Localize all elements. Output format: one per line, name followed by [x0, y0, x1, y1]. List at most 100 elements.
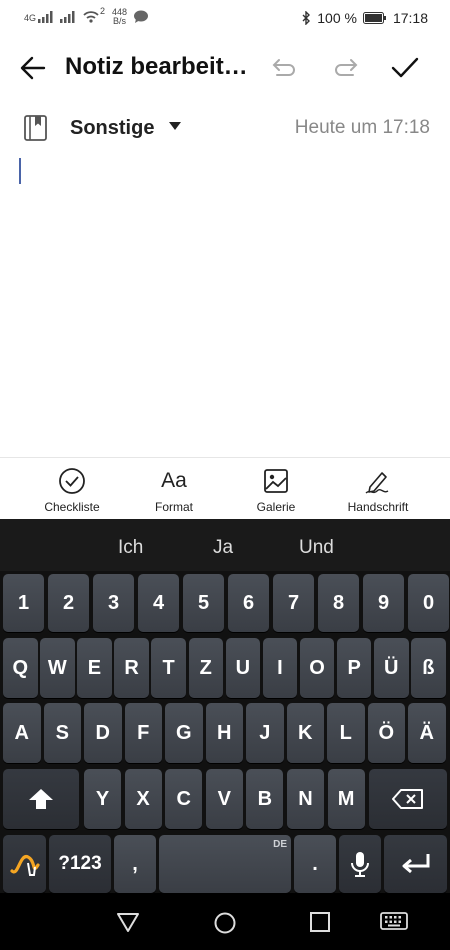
letter-key[interactable]: Ö [367, 703, 405, 763]
pen-icon [365, 472, 389, 494]
gallery-label: Galerie [256, 500, 296, 514]
letter-key[interactable]: I [262, 638, 298, 698]
suggestion-1[interactable]: Ich [118, 537, 143, 559]
letter-key[interactable]: R [114, 638, 149, 698]
arrow-left-icon [20, 56, 46, 80]
letter-key[interactable]: Y [84, 769, 121, 829]
suggestion-3[interactable]: Und [299, 537, 334, 559]
recents-nav-button[interactable] [309, 911, 331, 938]
number-key[interactable]: 6 [228, 574, 269, 632]
check-icon [391, 57, 419, 78]
suggestion-2[interactable]: Ja [213, 537, 233, 559]
letter-key[interactable]: H [205, 703, 243, 763]
category-select[interactable]: Sonstige [70, 117, 154, 140]
enter-key[interactable] [384, 835, 447, 893]
chevron-down-icon[interactable] [169, 122, 181, 130]
home-nav-button[interactable] [213, 911, 237, 940]
letter-key[interactable]: P [336, 638, 372, 698]
letter-key[interactable]: B [246, 769, 284, 829]
letter-key[interactable]: Ü [374, 638, 409, 698]
space-key[interactable]: DE [159, 835, 291, 893]
letter-key[interactable]: D [84, 703, 122, 763]
letter-key[interactable]: U [225, 638, 261, 698]
shift-key[interactable] [3, 769, 79, 829]
undo-button[interactable] [271, 56, 299, 80]
signal-bars-icon [38, 11, 53, 23]
checklist-button[interactable]: Checkliste [22, 466, 122, 520]
letter-key[interactable]: V [205, 769, 243, 829]
number-key[interactable]: 7 [273, 574, 314, 632]
keyboard: Ich Ja Und 1234567890 QWERTZUIOPÜß ASDFGHJ… [0, 519, 450, 893]
keyboard-icon [380, 912, 408, 930]
redo-icon [335, 59, 358, 76]
backspace-key[interactable] [369, 769, 447, 829]
number-key[interactable]: 5 [183, 574, 224, 632]
wifi-icon [83, 10, 99, 23]
letter-key[interactable]: M [327, 769, 365, 829]
number-key[interactable]: 9 [363, 574, 404, 632]
letter-key[interactable]: S [43, 703, 81, 763]
number-key[interactable]: 3 [93, 574, 134, 632]
letter-key[interactable]: J [246, 703, 284, 763]
number-key[interactable]: 1 [3, 574, 44, 632]
period-key[interactable]: . [294, 835, 336, 893]
swype-key[interactable] [3, 835, 46, 893]
save-button[interactable] [390, 54, 420, 82]
comma-key[interactable]: , [114, 835, 156, 893]
checklist-label: Checkliste [44, 500, 100, 514]
undo-icon [272, 59, 295, 76]
number-key[interactable]: 0 [408, 574, 449, 632]
back-button[interactable] [18, 52, 50, 84]
letter-key[interactable]: A [3, 703, 41, 763]
letter-key[interactable]: E [77, 638, 112, 698]
letter-key[interactable]: F [124, 703, 162, 763]
editor-toolbar: Checkliste Aa Format Galerie Handschrift [0, 457, 450, 520]
letter-key[interactable]: Ä [408, 703, 446, 763]
swype-icon [9, 855, 40, 876]
message-icon [134, 10, 149, 23]
letter-key[interactable]: ß [411, 638, 446, 698]
format-button[interactable]: Aa Format [124, 466, 224, 520]
space-language-label: DE [273, 839, 287, 850]
letter-key[interactable]: W [40, 638, 75, 698]
image-icon [264, 469, 288, 493]
text-cursor [19, 158, 21, 184]
note-editor[interactable] [0, 150, 450, 455]
letter-key[interactable]: L [327, 703, 365, 763]
microphone-icon [351, 852, 369, 877]
circle-home-icon [214, 912, 236, 934]
signal-bars-2-icon [60, 11, 75, 23]
handwriting-button[interactable]: Handschrift [328, 466, 428, 520]
number-key[interactable]: 8 [318, 574, 359, 632]
letter-key[interactable]: N [287, 769, 324, 829]
bluetooth-icon [302, 11, 311, 25]
letter-key[interactable]: G [165, 703, 203, 763]
letter-key[interactable]: Q [3, 638, 38, 698]
number-key[interactable]: 4 [138, 574, 179, 632]
keyboard-hide-button[interactable] [380, 911, 408, 938]
letter-key[interactable]: O [299, 638, 335, 698]
letter-key[interactable]: X [124, 769, 162, 829]
letter-key[interactable]: K [286, 703, 324, 763]
letter-key[interactable]: Z [188, 638, 223, 698]
gallery-button[interactable]: Galerie [226, 466, 326, 520]
format-label: Format [154, 500, 193, 514]
wifi-indicator: 2 [82, 6, 105, 26]
redo-button[interactable] [331, 56, 359, 80]
system-nav-bar [0, 893, 450, 950]
notebook-icon[interactable] [24, 114, 48, 142]
clock: 17:18 [392, 10, 428, 26]
number-key[interactable]: 2 [48, 574, 89, 632]
shift-arrow-icon [29, 789, 53, 809]
battery-percent: 100 % [317, 10, 357, 26]
voice-key[interactable] [339, 835, 381, 893]
letter-key[interactable]: T [151, 638, 186, 698]
square-recents-icon [310, 912, 330, 932]
battery-icon [362, 12, 386, 24]
note-timestamp: Heute um 17:18 [294, 117, 430, 138]
letter-key[interactable]: C [165, 769, 203, 829]
symbols-key[interactable]: ?123 [49, 835, 111, 893]
back-nav-button[interactable] [116, 911, 140, 938]
note-meta-row: Sonstige Heute um 17:18 [0, 108, 450, 148]
backspace-icon [392, 789, 423, 809]
